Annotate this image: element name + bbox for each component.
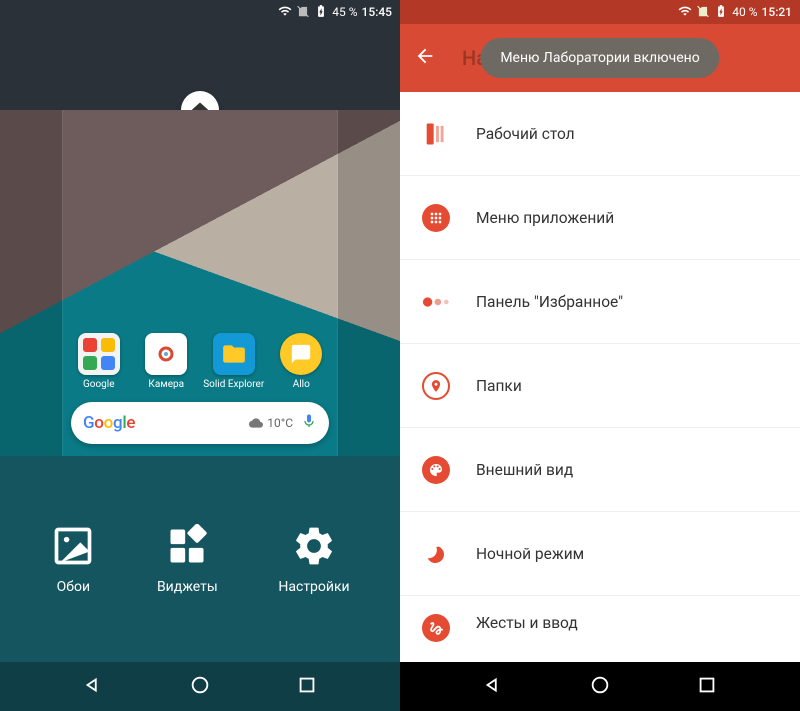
app-label: Allo xyxy=(293,379,310,390)
page-thumb-right[interactable] xyxy=(338,110,400,456)
google-search-widget[interactable]: Google 10°C xyxy=(71,402,329,444)
camera-icon xyxy=(145,333,187,375)
option-label: Обои xyxy=(57,579,90,595)
settings-label: Ночной режим xyxy=(476,545,584,563)
allo-icon xyxy=(280,333,322,375)
page-thumb-main[interactable]: Google Камера Solid Explorer xyxy=(62,110,338,456)
app-row: Google Камера Solid Explorer xyxy=(63,333,337,398)
battery-icon xyxy=(714,4,728,21)
moon-icon xyxy=(422,540,450,568)
settings-item-dock[interactable]: Панель "Избранное" xyxy=(400,260,800,344)
cloud-icon xyxy=(249,416,263,430)
settings-item-night[interactable]: Ночной режим xyxy=(400,512,800,596)
settings-label: Папки xyxy=(476,377,522,395)
gestures-icon xyxy=(422,614,450,642)
app-label: Google xyxy=(83,379,115,390)
solid-explorer-icon xyxy=(213,333,255,375)
status-bar: 45 % 15:45 xyxy=(0,0,400,24)
desktop-icon xyxy=(422,120,450,148)
settings-label: Панель "Избранное" xyxy=(476,293,623,311)
app-drawer-icon xyxy=(422,204,450,232)
app-label: Solid Explorer xyxy=(203,379,264,390)
nav-recent-button[interactable] xyxy=(696,674,718,700)
nav-recent-button[interactable] xyxy=(296,674,318,700)
app-item[interactable]: Allo xyxy=(268,333,336,390)
home-preview[interactable]: Google Камера Solid Explorer xyxy=(0,110,400,456)
weather-chip[interactable]: 10°C xyxy=(143,416,293,430)
app-bar: Настройки Nova Меню Лаборатории включено xyxy=(400,24,800,92)
status-time: 15:45 xyxy=(362,5,392,19)
wallpaper-icon xyxy=(50,523,96,569)
wifi-icon xyxy=(278,4,292,21)
wallpaper-button[interactable]: Обои xyxy=(50,523,96,595)
app-item[interactable]: Камера xyxy=(133,333,201,390)
battery-icon xyxy=(314,4,328,21)
home-edit-screen: 45 % 15:45 Google Камера xyxy=(0,0,400,711)
battery-percent: 45 % xyxy=(332,5,357,19)
widgets-button[interactable]: Виджеты xyxy=(157,523,218,595)
settings-item-gestures[interactable]: Жесты и ввод xyxy=(400,596,800,644)
dock-icon xyxy=(422,288,450,316)
settings-label: Рабочий стол xyxy=(476,125,575,143)
nav-home-button[interactable] xyxy=(589,674,611,700)
weather-temp: 10°C xyxy=(267,416,293,430)
page-thumb-left[interactable] xyxy=(0,110,62,456)
wifi-icon xyxy=(678,4,692,21)
nav-bar xyxy=(0,662,400,711)
widgets-icon xyxy=(164,523,210,569)
settings-list: Рабочий стол Меню приложений Панель "Изб… xyxy=(400,92,800,644)
nova-settings-screen: 40 % 15:21 Настройки Nova Меню Лаборатор… xyxy=(400,0,800,711)
folders-icon xyxy=(422,372,450,400)
option-label: Настройки xyxy=(278,579,349,595)
home-options-panel: Обои Виджеты Настройки xyxy=(0,456,400,662)
no-sim-icon xyxy=(296,4,310,21)
settings-item-look[interactable]: Внешний вид xyxy=(400,428,800,512)
google-logo: Google xyxy=(83,413,135,433)
nav-back-button[interactable] xyxy=(82,674,104,700)
settings-button[interactable]: Настройки xyxy=(278,523,349,595)
settings-label: Меню приложений xyxy=(476,209,614,227)
nav-bar xyxy=(400,662,800,711)
settings-item-app-drawer[interactable]: Меню приложений xyxy=(400,176,800,260)
app-item[interactable]: Google xyxy=(65,333,133,390)
settings-label: Внешний вид xyxy=(476,461,573,479)
settings-item-folders[interactable]: Папки xyxy=(400,344,800,428)
status-time: 15:21 xyxy=(762,5,792,19)
arrow-left-icon xyxy=(414,45,436,67)
gear-icon xyxy=(291,523,337,569)
battery-percent: 40 % xyxy=(732,5,757,19)
no-sim-icon xyxy=(696,4,710,21)
toast-message: Меню Лаборатории включено xyxy=(480,38,719,78)
settings-item-desktop[interactable]: Рабочий стол xyxy=(400,92,800,176)
nav-back-button[interactable] xyxy=(482,674,504,700)
palette-icon xyxy=(422,456,450,484)
mic-icon[interactable] xyxy=(301,411,317,435)
app-item[interactable]: Solid Explorer xyxy=(200,333,268,390)
settings-label: Жесты и ввод xyxy=(476,614,578,632)
nav-home-button[interactable] xyxy=(189,674,211,700)
app-label: Камера xyxy=(148,379,184,390)
option-label: Виджеты xyxy=(157,579,218,595)
home-edit-header xyxy=(0,24,400,110)
status-bar: 40 % 15:21 xyxy=(400,0,800,24)
back-button[interactable] xyxy=(414,45,436,71)
google-folder-icon xyxy=(78,333,120,375)
